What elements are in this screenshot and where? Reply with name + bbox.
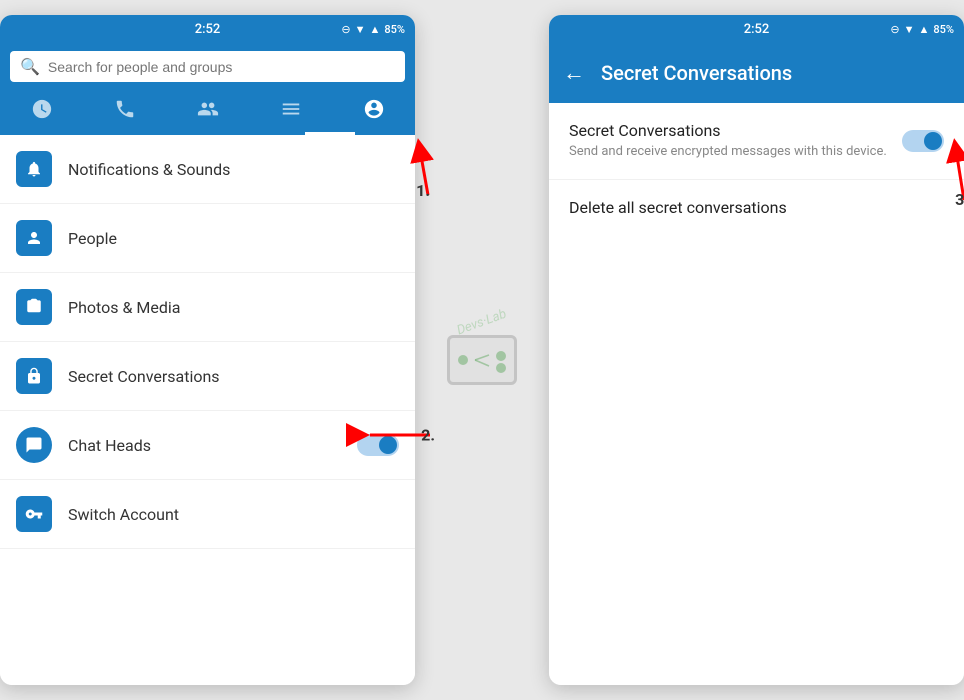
key-icon — [16, 496, 52, 532]
menu-item-people[interactable]: People — [0, 204, 415, 273]
share-dot-1 — [458, 355, 468, 365]
switch-account-label: Switch Account — [68, 505, 399, 524]
search-icon: 🔍 — [20, 57, 40, 76]
annotation-1-label: 1. — [416, 181, 430, 200]
network-icon-r: ▲ — [919, 23, 930, 36]
time-right: 2:52 — [744, 22, 770, 37]
tab-recent[interactable] — [21, 94, 63, 129]
share-lines — [467, 348, 497, 373]
tab-people[interactable] — [187, 94, 229, 129]
status-icons-right: ⊖ ▼ ▲ 85% — [890, 23, 954, 36]
secret-conversations-desc: Send and receive encrypted messages with… — [569, 143, 902, 161]
secret-conversations-title: Secret Conversations — [569, 121, 902, 140]
left-phone: 2:52 ⊖ ▼ ▲ 85% 🔍 — [0, 15, 415, 685]
delete-conversations-row[interactable]: Delete all secret conversations — [549, 180, 964, 235]
share-dot-3 — [496, 363, 506, 373]
signal-icon-r: ⊖ — [890, 23, 899, 36]
network-icon: ▲ — [370, 23, 381, 36]
battery-text-r: 85% — [933, 23, 954, 36]
annotation-2-label: 2. — [421, 426, 435, 445]
secret-label: Secret Conversations — [68, 367, 399, 386]
chat-heads-label: Chat Heads — [68, 436, 357, 455]
watermark-text: Devs·Lab — [455, 307, 509, 339]
wifi-icon: ▼ — [355, 23, 366, 36]
status-icons-left: ⊖ ▼ ▲ 85% — [341, 23, 405, 36]
battery-text: 85% — [384, 23, 405, 36]
status-bar-right: 2:52 ⊖ ▼ ▲ 85% — [549, 15, 964, 43]
annotation-2: 2. — [355, 405, 435, 465]
bell-icon — [16, 151, 52, 187]
photos-label: Photos & Media — [68, 298, 399, 317]
camera-icon — [16, 289, 52, 325]
chat-heads-icon — [16, 427, 52, 463]
lock-icon — [16, 358, 52, 394]
top-bar-right: ← Secret Conversations — [549, 43, 964, 103]
tab-bar — [0, 90, 415, 135]
settings-content: Secret Conversations Send and receive en… — [549, 103, 964, 685]
tab-calls[interactable] — [104, 94, 146, 129]
secret-conversations-row[interactable]: Secret Conversations Send and receive en… — [549, 103, 964, 180]
signal-icon: ⊖ — [341, 23, 350, 36]
back-button[interactable]: ← — [563, 60, 585, 86]
search-input-wrap[interactable]: 🔍 — [10, 51, 405, 82]
share-dot-2 — [496, 351, 506, 361]
status-bar-left: 2:52 ⊖ ▼ ▲ 85% — [0, 15, 415, 43]
annotation-3: 3. — [914, 130, 964, 214]
person-icon — [16, 220, 52, 256]
screen-title: Secret Conversations — [601, 61, 792, 85]
notifications-label: Notifications & Sounds — [68, 160, 399, 179]
menu-item-chat-heads[interactable]: Chat Heads — [0, 411, 415, 480]
time-left: 2:52 — [195, 22, 221, 37]
search-input[interactable] — [48, 59, 395, 75]
menu-list: Notifications & Sounds People Photos & M… — [0, 135, 415, 685]
menu-item-switch-account[interactable]: Switch Account — [0, 480, 415, 549]
secret-conversations-info: Secret Conversations Send and receive en… — [569, 121, 902, 161]
people-label: People — [68, 229, 399, 248]
menu-item-notifications[interactable]: Notifications & Sounds — [0, 135, 415, 204]
tab-account[interactable] — [353, 94, 395, 129]
device-icon — [447, 335, 517, 385]
delete-conversations-label: Delete all secret conversations — [569, 198, 787, 217]
tab-menu[interactable] — [270, 94, 312, 129]
menu-item-photos[interactable]: Photos & Media — [0, 273, 415, 342]
annotation-3-label: 3. — [955, 190, 964, 209]
wifi-icon-r: ▼ — [904, 23, 915, 36]
center-area: Devs·Lab — [445, 315, 519, 385]
search-bar: 🔍 — [0, 43, 415, 90]
menu-item-secret[interactable]: Secret Conversations — [0, 342, 415, 411]
annotation-1: 1. — [380, 140, 430, 200]
right-phone: 2:52 ⊖ ▼ ▲ 85% ← Secret Conversations Se… — [549, 15, 964, 685]
